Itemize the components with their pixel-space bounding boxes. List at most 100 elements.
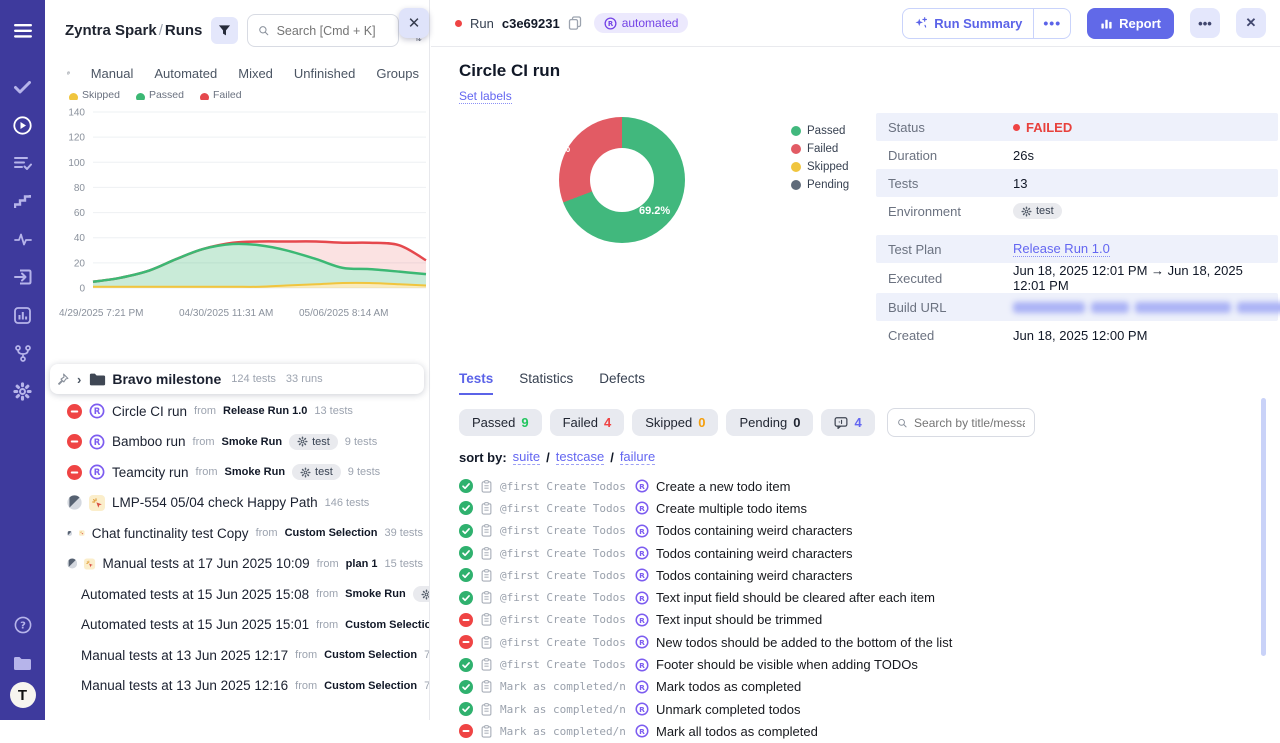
donut-legend-item[interactable]: Passed — [791, 125, 849, 137]
run-summary-more-button[interactable]: ••• — [1034, 8, 1071, 39]
test-row[interactable]: @first Create Todos... R Create multiple… — [459, 497, 1264, 519]
tab-unfinished[interactable]: Unfinished — [294, 66, 355, 81]
run-name: Automated tests at 15 Jun 2025 15:01 — [81, 617, 309, 632]
finished-icon — [67, 495, 82, 510]
comments-filter-pill[interactable]: 4 — [821, 409, 874, 436]
menu-icon[interactable] — [0, 12, 45, 50]
chevron-right-icon[interactable]: › — [75, 372, 83, 387]
test-row[interactable]: @first Create Todos... R Footer should b… — [459, 653, 1264, 675]
manual-icon — [84, 556, 95, 572]
test-row[interactable]: Mark as completed/n... R Unmark complete… — [459, 698, 1264, 720]
pulse-icon[interactable] — [0, 220, 45, 258]
legend-item[interactable]: Passed — [136, 91, 184, 100]
tests-search-input[interactable] — [914, 416, 1025, 430]
project-name[interactable]: Zyntra Spark — [65, 22, 157, 39]
import-icon[interactable] — [0, 258, 45, 296]
info-label: Build URL — [888, 300, 1013, 315]
build-url-redacted — [1013, 302, 1280, 313]
close-panel-button[interactable]: ✕ — [399, 8, 429, 38]
filter-pill-passed[interactable]: Passed 9 — [459, 409, 542, 436]
legend-item[interactable]: Failed — [200, 91, 242, 100]
select-all-icon[interactable] — [67, 65, 70, 81]
run-list-item[interactable]: R Bamboo runfromSmoke Run test9 tests — [45, 427, 429, 458]
run-list-item[interactable]: Chat functinality test CopyfromCustom Se… — [45, 518, 429, 549]
tests-icon[interactable] — [0, 68, 45, 106]
legend-item[interactable]: Skipped — [69, 91, 120, 100]
run-list-item[interactable]: R Automated tests at 15 Jun 2025 15:08fr… — [45, 579, 429, 610]
steps-icon[interactable] — [0, 182, 45, 220]
run-list-item[interactable]: R Automated tests at 15 Jun 2025 15:01fr… — [45, 610, 429, 641]
test-row[interactable]: @first Create Todos... R Todos containin… — [459, 520, 1264, 542]
test-suite: Mark as completed/n... — [500, 725, 628, 738]
tab-automated[interactable]: Automated — [154, 66, 217, 81]
clipboard-icon — [480, 502, 493, 515]
test-title: New todos should be added to the bottom … — [656, 635, 952, 650]
run-summary-button[interactable]: Run Summary — [902, 8, 1034, 39]
tests-scrollbar[interactable] — [1261, 398, 1266, 656]
donut-legend-item[interactable]: Pending — [791, 179, 849, 191]
set-labels-link[interactable]: Set labels — [459, 89, 512, 104]
test-row[interactable]: @first Create Todos... R Text input fiel… — [459, 586, 1264, 608]
more-actions-button[interactable]: ••• — [1190, 8, 1220, 38]
runs-search[interactable] — [247, 14, 399, 47]
tab-tests[interactable]: Tests — [459, 371, 493, 395]
close-detail-button[interactable]: ✕ — [1236, 8, 1266, 38]
app-logo[interactable]: T — [10, 682, 36, 708]
run-list-item[interactable]: Manual tests at 13 Jun 2025 12:17fromCus… — [45, 640, 429, 671]
report-button[interactable]: Report — [1087, 8, 1174, 39]
sort-by-testcase[interactable]: testcase — [556, 449, 604, 465]
trend-chart-plot[interactable]: 020406080100120140 — [57, 100, 428, 306]
sort-by-failure[interactable]: failure — [620, 449, 655, 465]
failed-icon — [67, 465, 82, 480]
runs-search-input[interactable] — [277, 24, 389, 38]
donut-legend-item[interactable]: Skipped — [791, 161, 849, 173]
test-plans-icon[interactable] — [0, 144, 45, 182]
test-row[interactable]: Mark as completed/n... R Mark all todos … — [459, 720, 1264, 742]
runs-trend-chart: SkippedPassedFailed 020406080100120140 4… — [45, 91, 429, 322]
results-donut-chart[interactable]: 30.8% 69.2% — [559, 117, 685, 243]
failed-icon — [67, 404, 82, 419]
automated-icon: R — [635, 546, 649, 560]
automated-badge[interactable]: R automated — [594, 13, 689, 33]
tab-manual[interactable]: Manual — [91, 66, 134, 81]
run-name: Bamboo run — [112, 434, 186, 449]
donut-legend-item[interactable]: Failed — [791, 143, 849, 155]
test-row[interactable]: @first Create Todos... R Text input shou… — [459, 609, 1264, 631]
sort-by-suite[interactable]: suite — [513, 449, 540, 465]
tab-groups[interactable]: Groups — [376, 66, 419, 81]
filter-pill-skipped[interactable]: Skipped 0 — [632, 409, 718, 436]
tests-search[interactable] — [887, 408, 1035, 437]
test-plan-link[interactable]: Release Run 1.0 — [1013, 241, 1110, 257]
copy-icon[interactable] — [568, 16, 582, 30]
search-icon — [897, 417, 907, 429]
analytics-icon[interactable] — [0, 296, 45, 334]
test-row[interactable]: Mark as completed/n... R Mark todos as c… — [459, 676, 1264, 698]
run-group-row[interactable]: › Bravo milestone 124 tests 33 runs — [50, 364, 424, 394]
test-row[interactable]: @first Create Todos... R Create a new to… — [459, 475, 1264, 497]
svg-text:R: R — [639, 549, 645, 558]
svg-text:R: R — [639, 527, 645, 536]
filter-button[interactable] — [211, 17, 238, 44]
tab-defects[interactable]: Defects — [599, 371, 645, 395]
branches-icon[interactable] — [0, 334, 45, 372]
runs-icon[interactable] — [0, 106, 45, 144]
projects-folder-icon[interactable] — [0, 644, 45, 682]
run-tests-count: 748 tests — [424, 649, 429, 661]
filter-pill-pending[interactable]: Pending 0 — [726, 409, 813, 436]
settings-icon[interactable] — [0, 372, 45, 410]
info-row: ExecutedJun 18, 2025 12:01 PM → Jun 18, … — [876, 263, 1278, 293]
filter-pill-failed[interactable]: Failed 4 — [550, 409, 625, 436]
run-list-item[interactable]: Manual tests at 13 Jun 2025 12:16fromCus… — [45, 671, 429, 702]
help-icon[interactable]: ? — [0, 606, 45, 644]
run-list-item[interactable]: R Teamcity runfromSmoke Run test9 tests — [45, 457, 429, 488]
test-row[interactable]: @first Create Todos... R Todos containin… — [459, 564, 1264, 586]
run-list-item[interactable]: LMP-554 05/04 check Happy Path146 tests — [45, 488, 429, 519]
run-list-item[interactable]: Manual tests at 17 Jun 2025 10:09frompla… — [45, 549, 429, 580]
tab-mixed[interactable]: Mixed — [238, 66, 273, 81]
run-list-item[interactable]: R Circle CI runfromRelease Run 1.013 tes… — [45, 396, 429, 427]
test-row[interactable]: @first Create Todos... R New todos shoul… — [459, 631, 1264, 653]
info-label: Status — [888, 120, 1013, 135]
info-row: Build URL — [876, 293, 1278, 321]
tab-statistics[interactable]: Statistics — [519, 371, 573, 395]
test-row[interactable]: @first Create Todos... R Todos containin… — [459, 542, 1264, 564]
